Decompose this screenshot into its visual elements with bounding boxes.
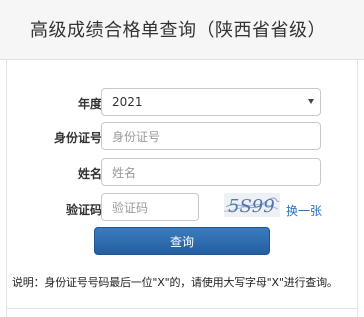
name-input[interactable]: 姓名: [101, 158, 321, 186]
bottom-divider: [6, 308, 358, 309]
captcha-label: 验证码: [65, 203, 102, 217]
year-label: 年度: [77, 97, 102, 111]
captcha-graphic: 5S99: [223, 196, 280, 217]
query-button[interactable]: 查询: [94, 227, 270, 255]
captcha-text: 5S99: [228, 196, 275, 217]
refresh-captcha-link[interactable]: 换一张: [286, 202, 322, 219]
captcha-image[interactable]: 5S99: [223, 193, 280, 217]
year-select[interactable]: 2021: [101, 88, 321, 116]
chevron-down-icon: [308, 99, 314, 104]
captcha-placeholder: 验证码: [112, 200, 149, 215]
instruction-note: 说明：身份证号号码最后一位"X"的，请使用大写字母"X"进行查询。: [12, 276, 338, 289]
year-select-value: 2021: [112, 95, 143, 109]
name-placeholder: 姓名: [112, 165, 137, 180]
captcha-input[interactable]: 验证码: [101, 193, 199, 221]
id-number-label: 身份证号: [53, 131, 102, 145]
page-header: 高级成绩合格单查询（陕西省省级）: [0, 0, 364, 60]
name-label: 姓名: [77, 167, 102, 181]
id-number-placeholder: 身份证号: [112, 129, 161, 144]
page-title: 高级成绩合格单查询（陕西省省级）: [30, 20, 326, 41]
id-number-input[interactable]: 身份证号: [101, 122, 321, 150]
